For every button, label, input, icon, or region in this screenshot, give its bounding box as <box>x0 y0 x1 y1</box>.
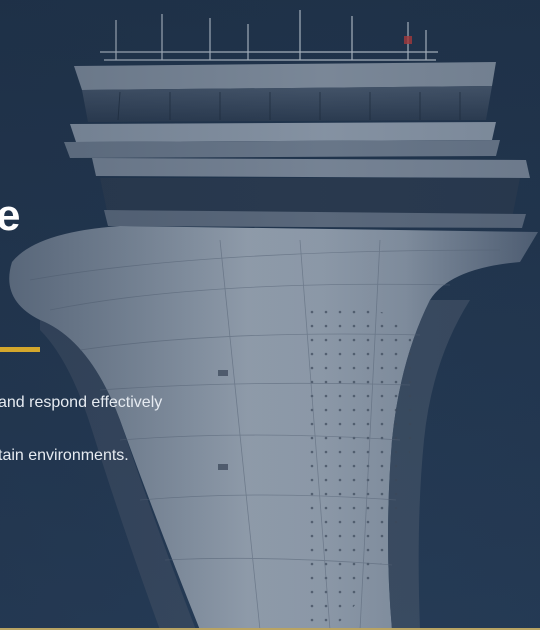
body-text-line-1: and respond effectively <box>0 394 163 411</box>
hero-section <box>0 0 540 630</box>
accent-bar <box>0 347 40 352</box>
tint-overlay <box>0 0 540 630</box>
body-text-line-2: tain environments. <box>0 447 129 464</box>
headline: e <box>0 191 21 240</box>
